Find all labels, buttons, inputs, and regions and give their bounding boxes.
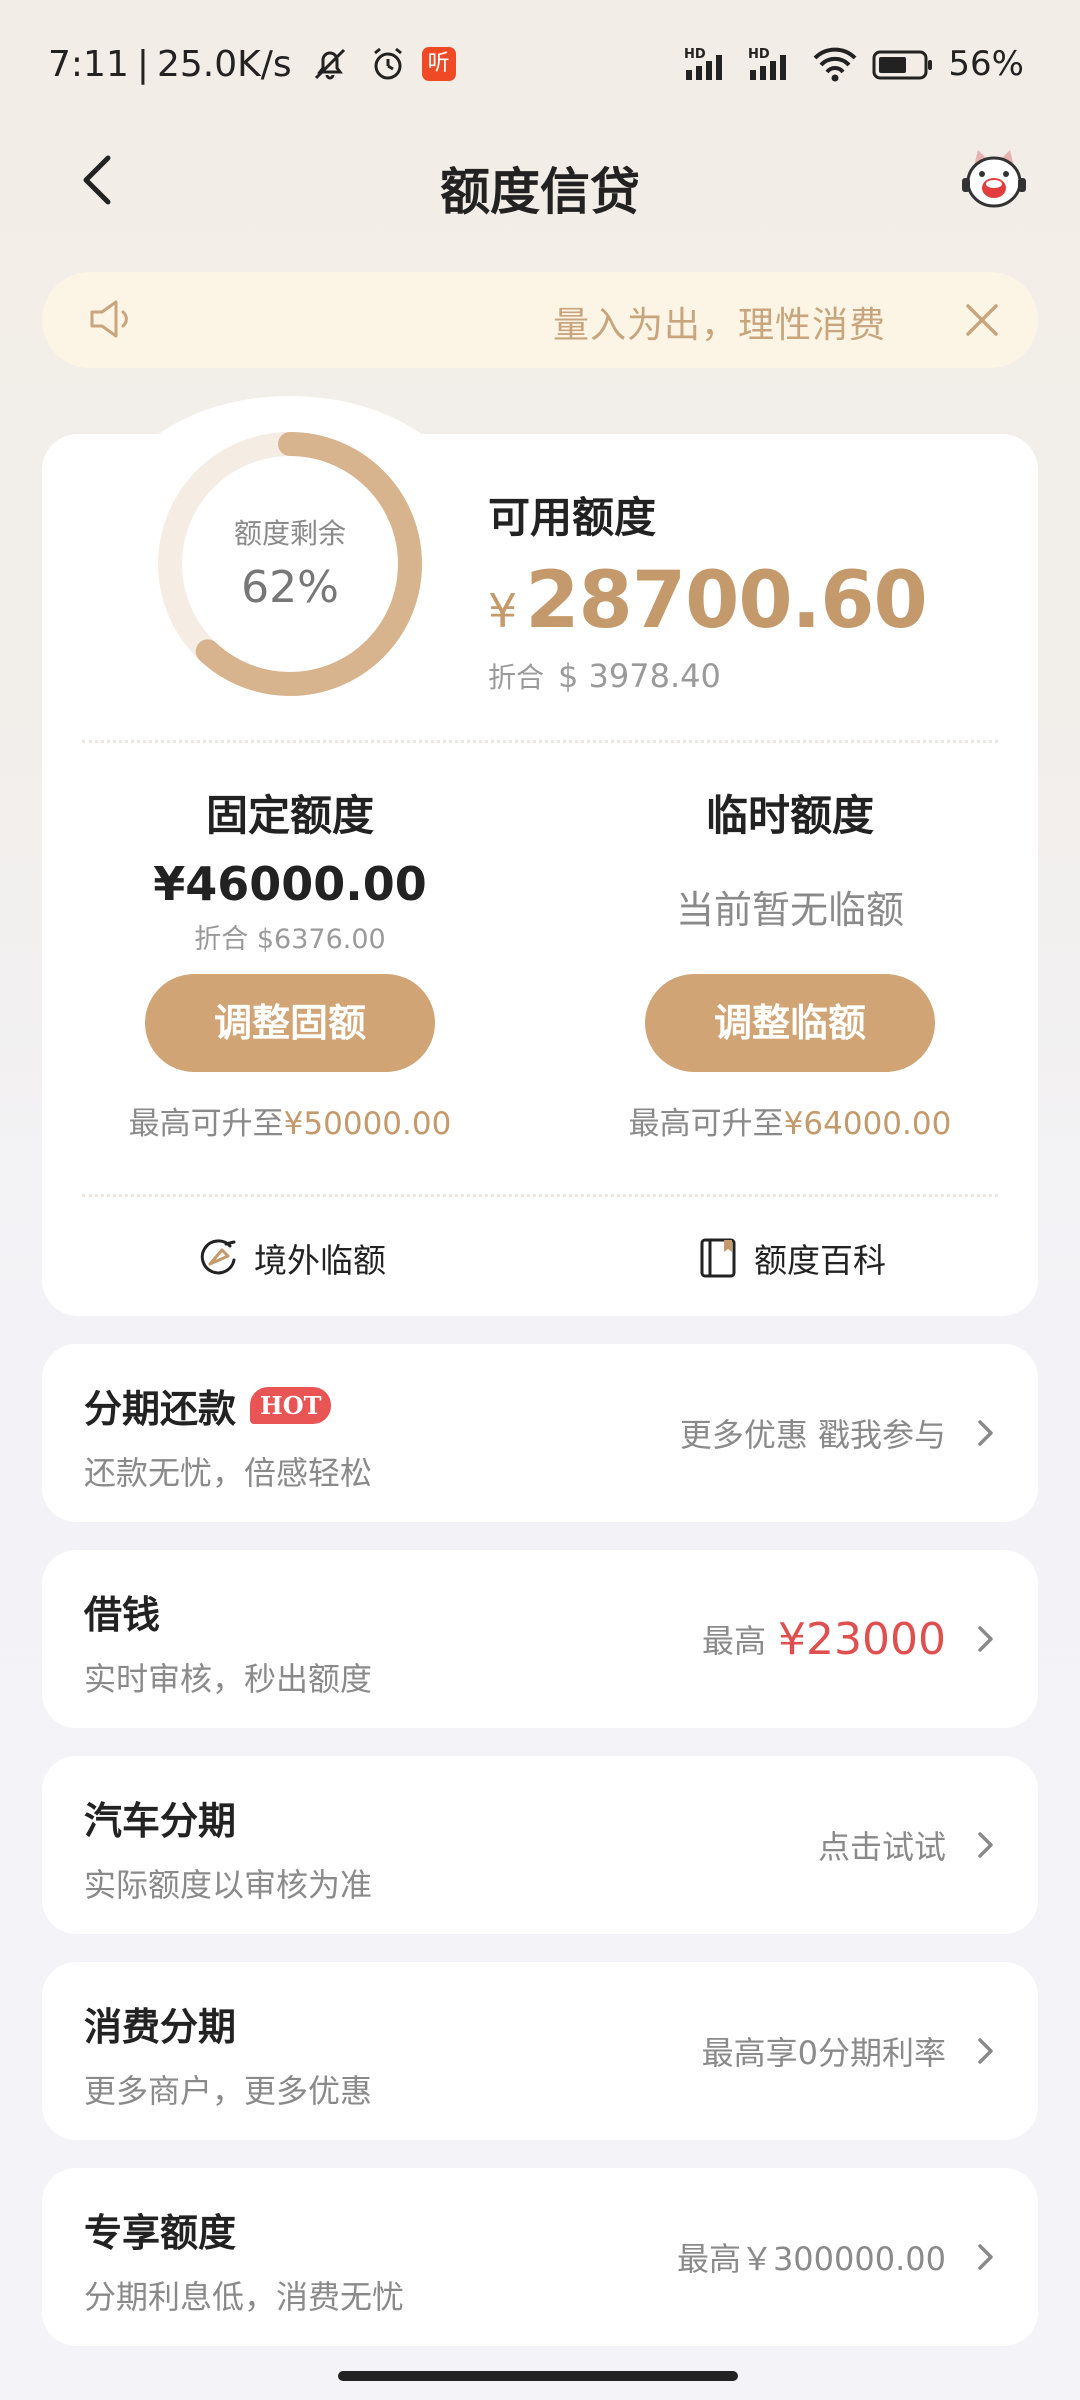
- status-bar: 7:11 | 25.0K/s 听 HD HD 56%: [0, 0, 1080, 130]
- fixed-credit-title: 固定额度: [205, 791, 374, 840]
- chevron-right-icon: [978, 1832, 993, 1858]
- overseas-temp-credit-link[interactable]: 境外临额: [196, 1232, 386, 1284]
- signal-icon-2: HD: [748, 44, 798, 84]
- close-icon: [966, 304, 998, 336]
- notice-banner: 量入为出，理性消费: [42, 272, 1038, 368]
- row-right-text: 点击试试: [817, 1828, 946, 1866]
- service-borrow[interactable]: 借钱 实时审核，秒出额度 最高 ¥23000: [42, 1550, 1038, 1728]
- page-title: 额度信贷: [440, 163, 640, 221]
- row-subtitle: 实时审核，秒出额度: [84, 1660, 373, 1698]
- temp-max-line: 最高可升至¥64000.00: [580, 1098, 1000, 1143]
- row-subtitle: 实际额度以审核为准: [84, 1866, 373, 1904]
- usd-label: 折合: [488, 661, 545, 694]
- service-exclusive-credit[interactable]: 专享额度 分期利息低，消费无忧 最高￥300000.00: [42, 2168, 1038, 2346]
- credit-wiki-link[interactable]: 额度百科: [696, 1232, 886, 1284]
- overseas-link-label: 境外临额: [254, 1241, 386, 1280]
- speaker-icon: [86, 294, 136, 348]
- alarm-icon: [368, 44, 408, 84]
- row-title: 借钱: [84, 1593, 161, 1637]
- available-credit-amount: ¥ 28700.60: [488, 556, 928, 646]
- bell-muted-icon: [310, 44, 350, 84]
- signal-icon-1: HD: [684, 44, 734, 84]
- battery-icon: [872, 44, 934, 84]
- row-subtitle: 更多商户，更多优惠: [84, 2072, 373, 2110]
- row-title: 分期还款 HOT: [84, 1378, 332, 1433]
- usd-value: $ 3978.40: [558, 657, 721, 695]
- fixed-credit-usd: 折合 $6376.00: [194, 924, 386, 955]
- currency-symbol: ¥: [488, 584, 518, 638]
- row-subtitle: 还款无忧，倍感轻松: [84, 1454, 373, 1492]
- hot-badge: HOT: [250, 1387, 332, 1424]
- status-separator: |: [136, 43, 149, 85]
- chevron-right-icon: [978, 1626, 993, 1652]
- available-amount-value: 28700.60: [525, 556, 928, 646]
- fixed-max-prefix: 最高可升至: [128, 1106, 284, 1142]
- status-net-speed: 25.0K/s: [156, 43, 292, 85]
- battery-percent: 56%: [948, 44, 1024, 84]
- chevron-right-icon: [978, 2038, 993, 2064]
- signal-hd-label-1: HD: [684, 47, 706, 62]
- notice-close-button[interactable]: [960, 298, 1004, 342]
- row-right-text: 更多优惠 戳我参与: [679, 1416, 946, 1454]
- fixed-max-value: ¥50000.00: [283, 1106, 452, 1142]
- row-title: 消费分期: [84, 2005, 237, 2049]
- nav-bar: 额度信贷: [0, 130, 1080, 230]
- signal-hd-label-2: HD: [748, 47, 770, 62]
- row-right-text: 最高享0分期利率: [701, 2034, 946, 2072]
- available-usd: 折合 $ 3978.40: [488, 656, 721, 696]
- wiki-link-label: 额度百科: [754, 1241, 886, 1280]
- temp-credit-status: 当前暂无临额: [675, 888, 904, 932]
- ring-label: 额度剩余: [233, 517, 346, 550]
- temp-max-value: ¥64000.00: [783, 1106, 952, 1142]
- compass-icon: [200, 1239, 236, 1275]
- fixed-credit-section: 固定额度 ¥46000.00 折合 $6376.00: [80, 782, 500, 956]
- fixed-max-line: 最高可升至¥50000.00: [80, 1098, 500, 1143]
- divider-top: [82, 740, 998, 743]
- row-right-text: 最高￥300000.00: [676, 2240, 946, 2278]
- row-right-text: 最高 ¥23000: [702, 1550, 946, 1728]
- adjust-fixed-credit-button[interactable]: 调整固额: [145, 974, 435, 1072]
- adjust-temp-credit-button[interactable]: 调整临额: [645, 974, 935, 1072]
- available-credit-title: 可用额度: [488, 493, 657, 542]
- chevron-right-icon: [978, 2244, 993, 2270]
- borrow-prefix: 最高: [702, 1622, 767, 1660]
- borrow-max-value: ¥23000: [778, 1613, 946, 1665]
- service-car-installment[interactable]: 汽车分期 实际额度以审核为准 点击试试: [42, 1756, 1038, 1934]
- row-title: 汽车分期: [84, 1799, 237, 1843]
- home-indicator[interactable]: [338, 2371, 738, 2381]
- notice-text: 量入为出，理性消费: [552, 305, 886, 346]
- status-time: 7:11: [48, 43, 129, 85]
- temp-credit-section: 临时额度 当前暂无临额: [580, 782, 1000, 934]
- assistant-mascot-button[interactable]: [958, 144, 1030, 216]
- row-title: 专享额度: [84, 2211, 237, 2255]
- temp-credit-title: 临时额度: [705, 791, 874, 840]
- news-app-icon: 听: [421, 47, 456, 81]
- service-consumer-installment[interactable]: 消费分期 更多商户，更多优惠 最高享0分期利率: [42, 1962, 1038, 2140]
- book-icon: [700, 1238, 736, 1278]
- temp-max-prefix: 最高可升至: [628, 1106, 784, 1142]
- service-installment-repay[interactable]: 分期还款 HOT 还款无忧，倍感轻松 更多优惠 戳我参与: [42, 1344, 1038, 1522]
- mascot-icon: [962, 150, 1026, 208]
- row-title-text: 分期还款: [84, 1387, 237, 1431]
- chevron-right-icon: [978, 1420, 993, 1446]
- ring-percent: 62%: [241, 562, 339, 613]
- row-subtitle: 分期利息低，消费无忧: [84, 2278, 405, 2316]
- fixed-credit-amount: ¥46000.00: [153, 857, 427, 911]
- wifi-icon: [812, 44, 858, 84]
- divider-bottom: [82, 1194, 998, 1197]
